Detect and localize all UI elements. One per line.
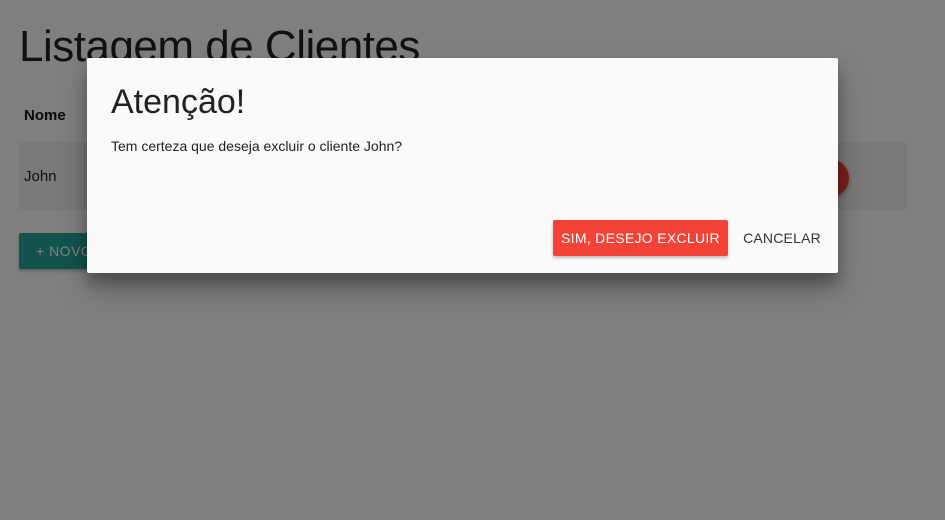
modal-message: Tem certeza que deseja excluir o cliente… [111, 138, 403, 154]
cancel-button[interactable]: CANCELAR [736, 220, 828, 256]
page: Listagem de Clientes Nome John + NOVO At… [0, 0, 945, 520]
confirm-delete-modal: Atenção! Tem certeza que deseja excluir … [87, 58, 838, 273]
modal-title: Atenção! [111, 83, 246, 121]
confirm-delete-button[interactable]: SIM, DESEJO EXCLUIR [553, 220, 728, 256]
